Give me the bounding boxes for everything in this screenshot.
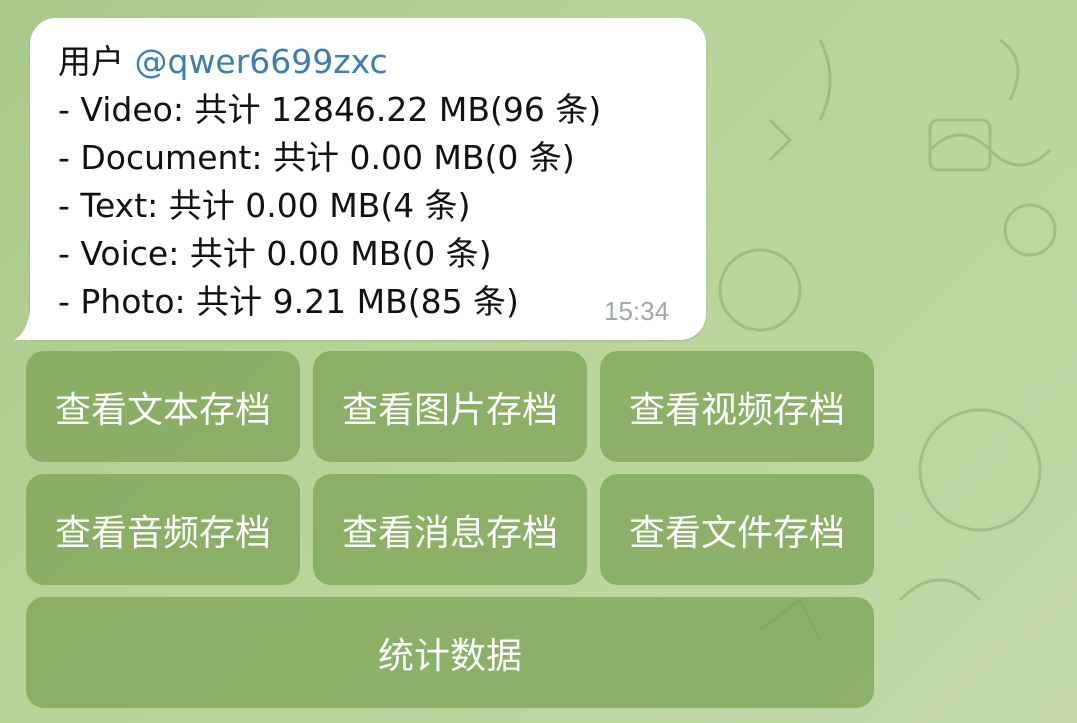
- stat-line-video: - Video: 共计 12846.22 MB(96 条): [58, 90, 602, 129]
- message-text: 用户 @qwer6699zxc - Video: 共计 12846.22 MB(…: [58, 38, 601, 326]
- stat-line-text: - Text: 共计 0.00 MB(4 条): [58, 186, 471, 225]
- view-message-archive-button[interactable]: 查看消息存档: [313, 474, 587, 585]
- view-audio-archive-button[interactable]: 查看音频存档: [26, 474, 300, 585]
- statistics-button[interactable]: 统计数据: [26, 597, 874, 708]
- stat-line-photo: - Photo: 共计 9.21 MB(85 条): [58, 282, 519, 321]
- user-prefix: 用户: [58, 42, 135, 81]
- user-mention-link[interactable]: @qwer6699zxc: [135, 42, 388, 81]
- stat-line-document: - Document: 共计 0.00 MB(0 条): [58, 138, 575, 177]
- view-video-archive-button[interactable]: 查看视频存档: [600, 351, 874, 462]
- view-text-archive-button[interactable]: 查看文本存档: [26, 351, 300, 462]
- message-time: 15:34: [604, 296, 670, 326]
- view-file-archive-button[interactable]: 查看文件存档: [600, 474, 874, 585]
- message-user-line: 用户 @qwer6699zxc: [58, 38, 601, 86]
- view-photo-archive-button[interactable]: 查看图片存档: [313, 351, 587, 462]
- stat-line-voice: - Voice: 共计 0.00 MB(0 条): [58, 234, 492, 273]
